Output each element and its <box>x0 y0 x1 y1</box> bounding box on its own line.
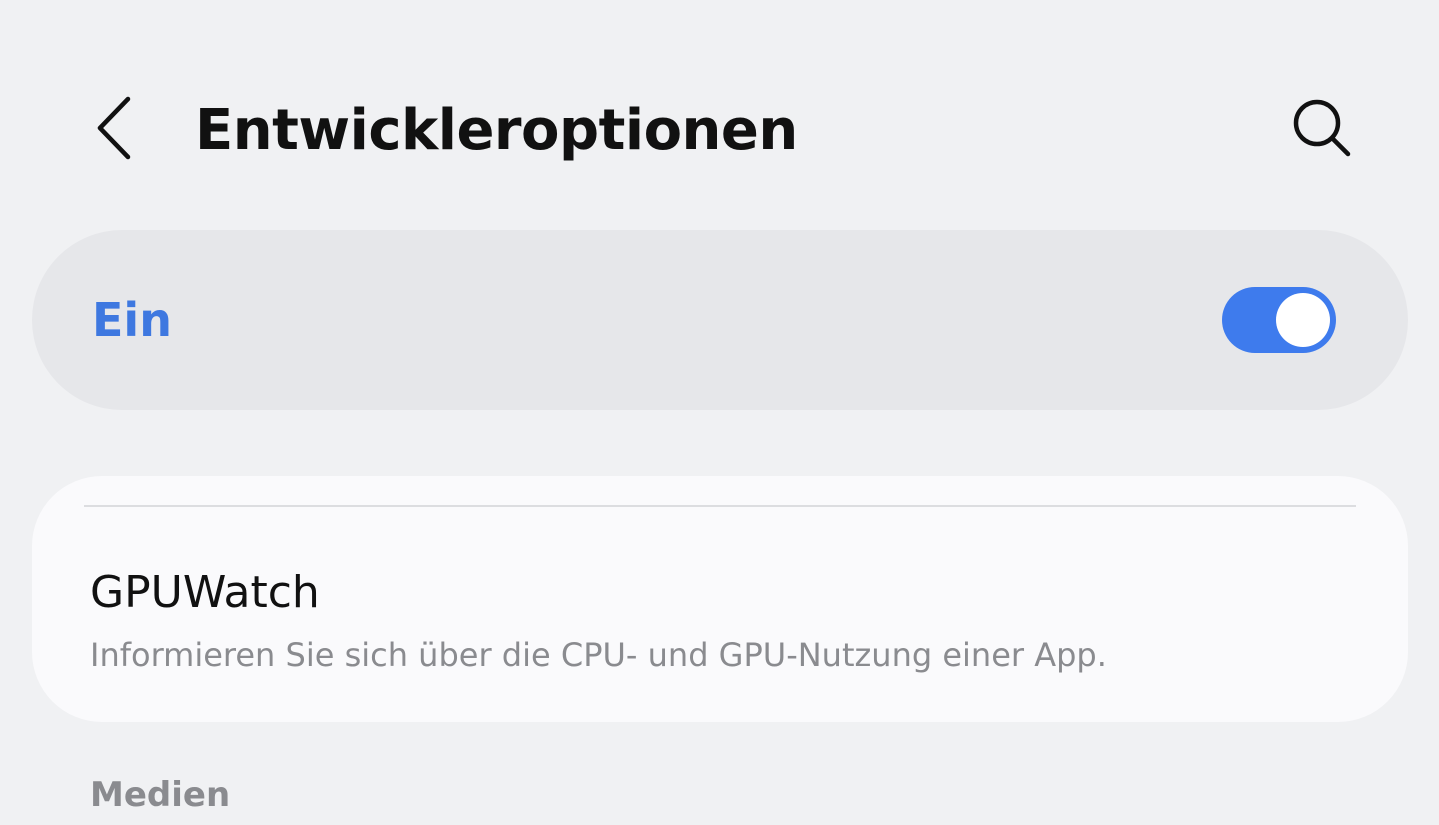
gpuwatch-setting[interactable]: GPUWatch Informieren Sie sich über die C… <box>32 516 1408 722</box>
card-divider <box>84 505 1356 507</box>
master-toggle[interactable] <box>1222 287 1336 353</box>
app-bar: Entwickleroptionen <box>0 0 1439 230</box>
developer-options-master-switch[interactable]: Ein <box>32 230 1408 410</box>
gpuwatch-title: GPUWatch <box>90 567 320 618</box>
section-header-media: Medien <box>90 775 231 815</box>
settings-screen: Entwickleroptionen Ein GPUWatch Informie… <box>0 0 1439 825</box>
search-icon <box>1291 97 1353 163</box>
back-button[interactable] <box>78 90 150 170</box>
page-title: Entwickleroptionen <box>195 98 798 163</box>
master-switch-label: Ein <box>92 293 172 347</box>
back-chevron-icon <box>94 95 134 165</box>
search-button[interactable] <box>1282 90 1362 170</box>
toggle-knob <box>1276 293 1330 347</box>
settings-card: GPUWatch Informieren Sie sich über die C… <box>32 476 1408 722</box>
gpuwatch-summary: Informieren Sie sich über die CPU- und G… <box>90 636 1107 674</box>
